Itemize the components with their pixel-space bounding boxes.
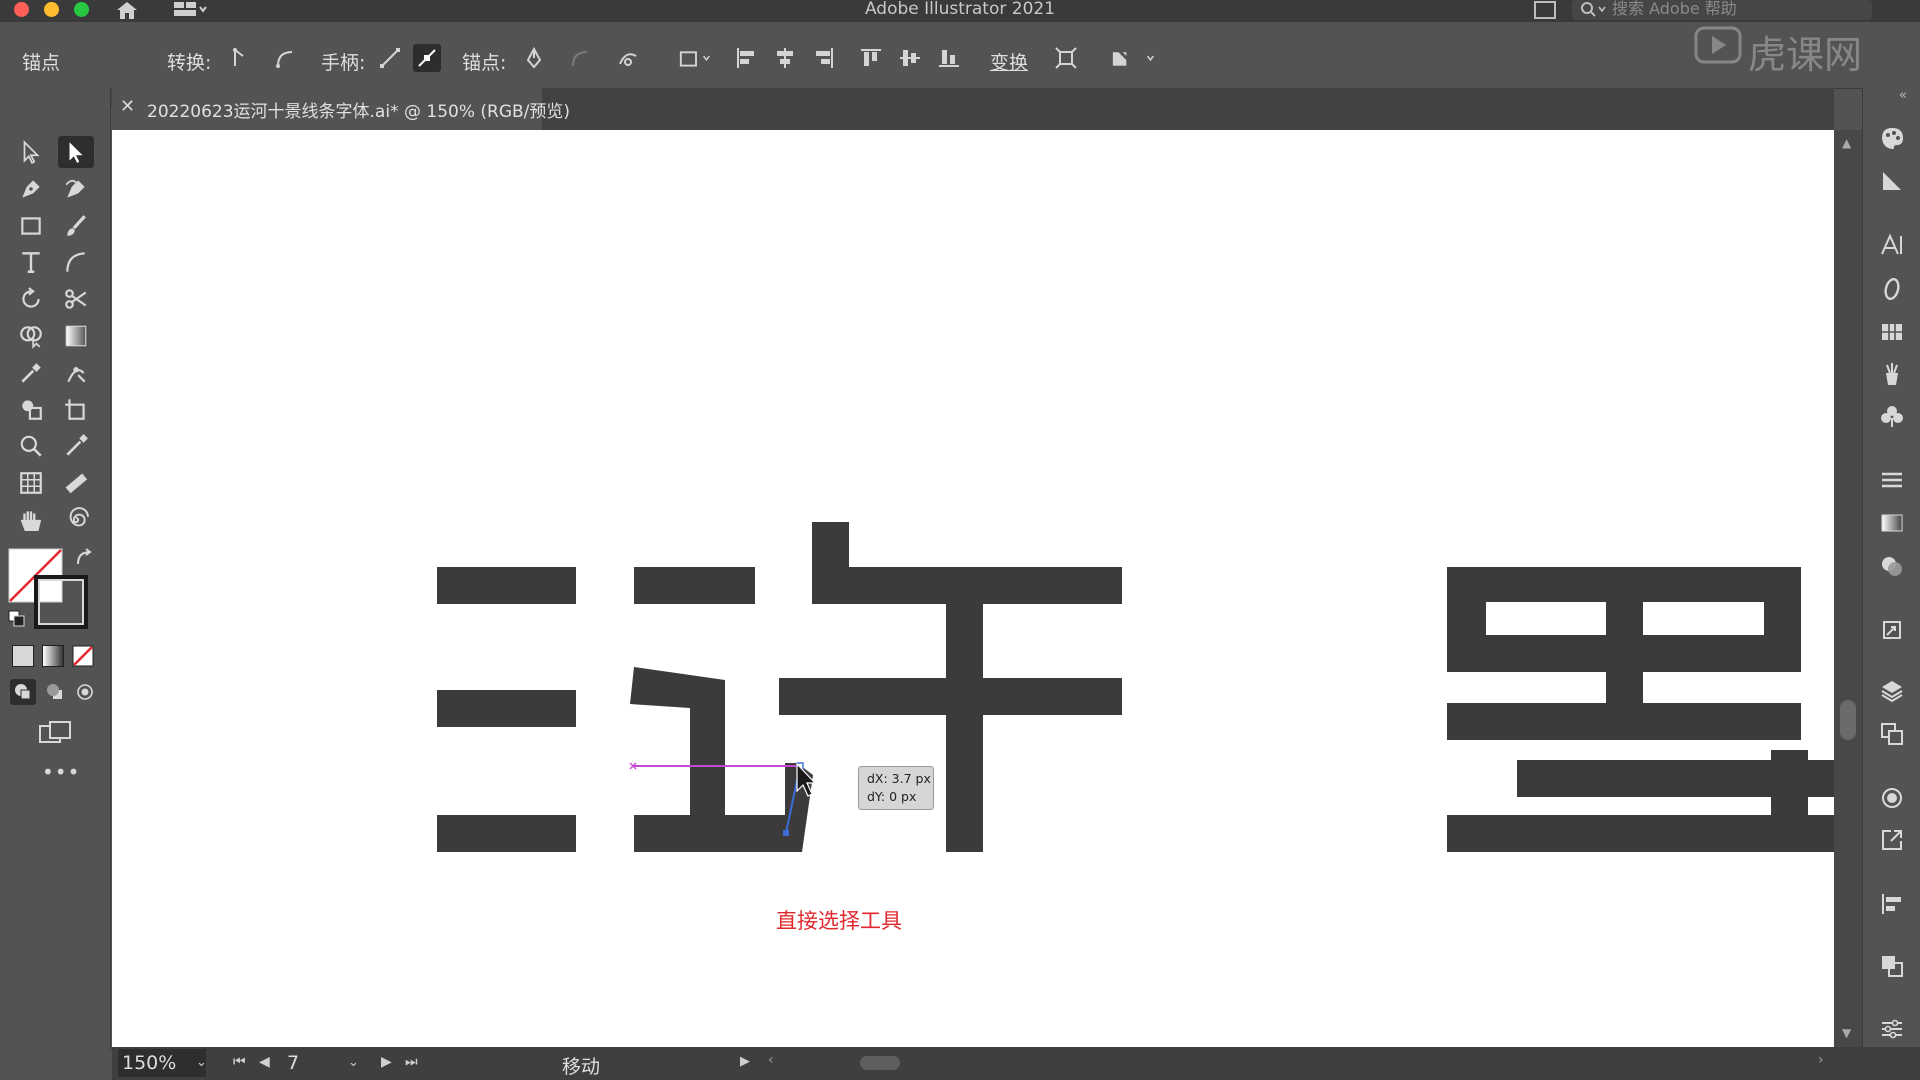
artboard-number[interactable]: 7 bbox=[287, 1052, 299, 1074]
opentype-panel-icon[interactable] bbox=[1878, 275, 1906, 303]
status-menu-icon[interactable]: ▶ bbox=[740, 1054, 750, 1069]
brushes-panel-icon[interactable] bbox=[1878, 360, 1906, 388]
glyph-stroke[interactable] bbox=[1447, 815, 1834, 852]
artboards-panel-icon[interactable] bbox=[1878, 720, 1906, 748]
properties-panel-icon[interactable] bbox=[1878, 1015, 1906, 1043]
anchor-point[interactable] bbox=[783, 830, 789, 836]
artwork-glyphs bbox=[437, 522, 1834, 852]
vertical-scroll-thumb[interactable] bbox=[1840, 700, 1856, 740]
glyph-stroke[interactable] bbox=[437, 690, 576, 727]
horizontal-scrollbar[interactable]: ‹ › bbox=[768, 1052, 1828, 1074]
glyph-stroke[interactable] bbox=[946, 567, 983, 852]
links-panel-icon[interactable] bbox=[1878, 826, 1906, 854]
symbols-panel-icon[interactable] bbox=[1878, 402, 1906, 430]
first-artboard-icon[interactable]: ⏮ bbox=[233, 1054, 246, 1070]
align-panel-icon[interactable] bbox=[1878, 890, 1906, 918]
scroll-down-icon[interactable]: ▼ bbox=[1842, 1026, 1851, 1040]
next-artboard-icon[interactable]: ▶ bbox=[381, 1054, 392, 1070]
asset-export-icon[interactable] bbox=[1878, 616, 1906, 644]
tooltip-dx: dX: 3.7 px bbox=[867, 771, 931, 786]
color-panel-icon[interactable] bbox=[1878, 124, 1906, 152]
character-panel-icon[interactable] bbox=[1878, 231, 1906, 259]
scroll-up-icon[interactable]: ▲ bbox=[1842, 136, 1851, 150]
transparency-panel-icon[interactable] bbox=[1878, 552, 1906, 580]
last-artboard-icon[interactable]: ⏭ bbox=[405, 1054, 418, 1070]
layers-panel-icon[interactable] bbox=[1878, 677, 1906, 705]
glyph-stroke[interactable] bbox=[437, 567, 576, 604]
glyph-stroke[interactable] bbox=[1447, 703, 1801, 740]
move-delta-tooltip: dX: 3.7 px dY: 0 px bbox=[858, 766, 934, 810]
scroll-right-icon[interactable]: › bbox=[1818, 1052, 1824, 1068]
collapse-dock-icon[interactable]: « bbox=[1899, 88, 1907, 103]
pathfinder-panel-icon[interactable] bbox=[1878, 952, 1906, 980]
horizontal-scroll-thumb[interactable] bbox=[860, 1056, 900, 1070]
vertical-scrollbar[interactable]: ▲ ▼ bbox=[1834, 130, 1862, 1047]
swatches-panel-icon[interactable] bbox=[1878, 318, 1906, 346]
appearance-panel-icon[interactable] bbox=[1878, 784, 1906, 812]
stroke-panel-icon[interactable] bbox=[1878, 466, 1906, 494]
artwork-canvas[interactable] bbox=[0, 0, 1834, 1047]
color-guide-icon[interactable] bbox=[1878, 167, 1906, 195]
glyph-stroke[interactable] bbox=[437, 815, 576, 852]
status-message: 移动 bbox=[562, 1056, 601, 1078]
glyph-stroke[interactable] bbox=[634, 567, 755, 604]
artboard-dropdown-icon[interactable]: ⌄ bbox=[348, 1055, 359, 1070]
zoom-value[interactable]: 150% bbox=[122, 1052, 176, 1074]
tool-annotation-caption: 直接选择工具 bbox=[776, 909, 902, 933]
zoom-dropdown-icon[interactable]: ⌄ bbox=[196, 1055, 207, 1070]
tooltip-dy: dY: 0 px bbox=[867, 789, 917, 804]
gradient-panel-icon[interactable] bbox=[1878, 509, 1906, 537]
scroll-left-icon[interactable]: ‹ bbox=[768, 1052, 774, 1068]
previous-artboard-icon[interactable]: ◀ bbox=[259, 1054, 270, 1070]
